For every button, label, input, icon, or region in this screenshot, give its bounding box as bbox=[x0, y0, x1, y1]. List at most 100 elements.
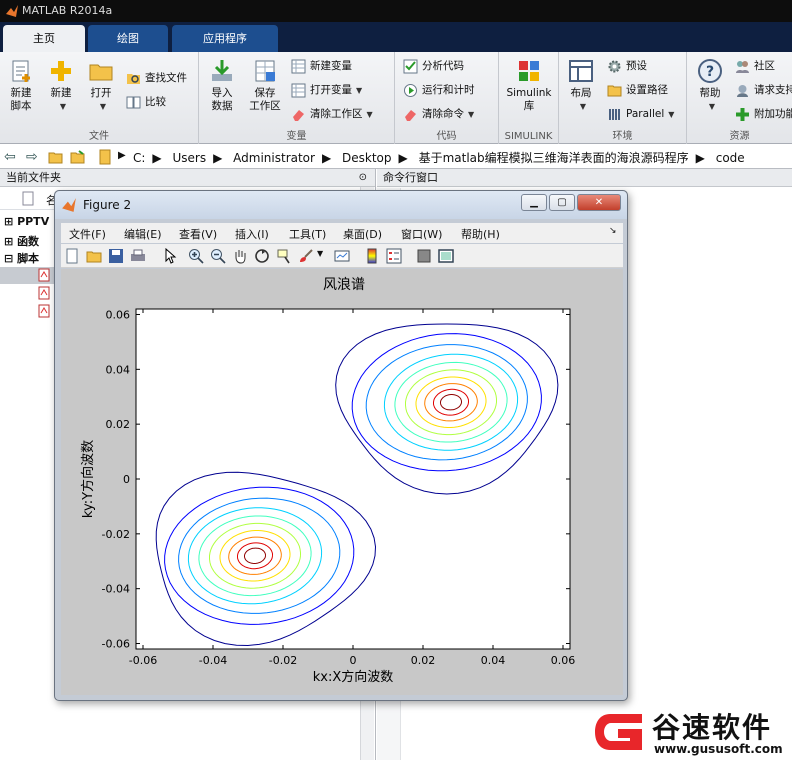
gususoft-logo-icon bbox=[595, 714, 642, 750]
colorbar-icon[interactable] bbox=[364, 248, 380, 264]
chevron-down-icon[interactable]: ▼ bbox=[317, 249, 323, 258]
m-file-icon[interactable] bbox=[38, 304, 50, 318]
new-script-button[interactable]: 新建 脚本 bbox=[4, 58, 38, 113]
breadcrumb-item[interactable]: Desktop bbox=[342, 151, 392, 165]
plus-icon bbox=[736, 107, 749, 121]
community-button[interactable]: 社区 bbox=[735, 56, 775, 76]
expand-icon[interactable]: ⊞ bbox=[4, 235, 13, 248]
help-button[interactable]: ? 帮助 ▼ bbox=[695, 58, 725, 113]
ribbon: 新建 脚本 新建 ▼ 打开 ▼ 查找文件 比较 文件 导入 数据 保存 工作区 新建… bbox=[0, 52, 792, 144]
run-and-time-button[interactable]: 运行和计时 bbox=[403, 80, 475, 100]
people-icon bbox=[736, 60, 749, 73]
zoom-out-icon[interactable] bbox=[210, 248, 226, 264]
figure-menu-bar: 文件(F) 编辑(E) 查看(V) 插入(I) 工具(T) 桌面(D) 窗口(W… bbox=[61, 223, 623, 243]
hide-plot-tools-icon[interactable] bbox=[416, 248, 432, 264]
set-path-button[interactable]: 设置路径 bbox=[607, 80, 668, 100]
data-cursor-icon[interactable] bbox=[276, 248, 292, 264]
open-button[interactable]: 打开 ▼ bbox=[84, 58, 118, 113]
x-tick-label: 0.02 bbox=[411, 654, 436, 667]
layout-icon bbox=[569, 60, 593, 82]
contour-chart[interactable]: 风浪谱 -0.06 -0.04 -0.02 0 0.02 0.04 0.06 -0.06 -0… bbox=[61, 269, 623, 695]
tab-plots[interactable]: 绘图 bbox=[88, 25, 168, 52]
breadcrumb-item[interactable]: Users bbox=[172, 151, 206, 165]
menu-desktop[interactable]: 桌面(D) bbox=[343, 226, 382, 242]
menu-window[interactable]: 窗口(W) bbox=[401, 226, 442, 242]
menu-help[interactable]: 帮助(H) bbox=[461, 226, 500, 242]
breadcrumb-item[interactable]: 基于matlab编程模拟三维海洋表面的海浪源码程序 bbox=[419, 151, 689, 165]
minimize-icon: ▁ bbox=[530, 197, 538, 208]
print-icon[interactable] bbox=[130, 248, 146, 264]
tree-item-functions[interactable]: ⊞ 函数 bbox=[4, 233, 39, 249]
chart-title: 风浪谱 bbox=[323, 277, 365, 293]
new-figure-icon[interactable] bbox=[64, 248, 80, 264]
clear-commands-button[interactable]: 清除命令 ▼ bbox=[403, 104, 474, 124]
figure-title: Figure 2 bbox=[83, 198, 132, 212]
find-files-button[interactable]: 查找文件 bbox=[126, 68, 187, 88]
matlab-logo-icon bbox=[6, 5, 18, 17]
forward-arrow-icon[interactable]: ⇨ bbox=[26, 149, 38, 165]
breadcrumb-item[interactable]: Administrator bbox=[233, 151, 315, 165]
collapse-icon[interactable]: ⊟ bbox=[4, 252, 13, 265]
analyze-code-button[interactable]: 分析代码 bbox=[403, 56, 464, 76]
menu-view[interactable]: 查看(V) bbox=[179, 226, 217, 242]
preferences-button[interactable]: 预设 bbox=[607, 56, 647, 76]
legend-icon[interactable] bbox=[386, 248, 402, 264]
tab-home[interactable]: 主页 bbox=[3, 25, 85, 52]
breadcrumb-item[interactable]: code bbox=[716, 151, 745, 165]
brush-icon[interactable] bbox=[298, 248, 314, 264]
menu-insert[interactable]: 插入(I) bbox=[235, 226, 269, 242]
menu-file[interactable]: 文件(F) bbox=[69, 226, 106, 242]
back-arrow-icon[interactable]: ⇦ bbox=[4, 149, 16, 165]
parallel-button[interactable]: Parallel ▼ bbox=[607, 104, 674, 124]
find-files-icon bbox=[127, 73, 140, 84]
m-file-icon[interactable] bbox=[38, 268, 50, 282]
command-window-header: 命令行窗口 bbox=[377, 169, 792, 187]
pointer-icon[interactable] bbox=[162, 248, 178, 264]
maximize-button[interactable]: ▢ bbox=[549, 194, 575, 211]
show-plot-tools-icon[interactable] bbox=[438, 248, 454, 264]
rotate-3d-icon[interactable] bbox=[254, 248, 270, 264]
up-folder-icon[interactable] bbox=[48, 150, 63, 164]
group-simulink: Simulink 库 SIMULINK bbox=[499, 52, 559, 144]
group-environment: 布局 ▼ 预设 设置路径 Parallel ▼ 环境 bbox=[559, 52, 687, 144]
compare-icon bbox=[126, 96, 141, 108]
clear-workspace-button[interactable]: 清除工作区 ▼ bbox=[291, 104, 373, 124]
new-button[interactable]: 新建 ▼ bbox=[44, 58, 78, 113]
group-variable: 导入 数据 保存 工作区 新建变量 打开变量 ▼ 清除工作区 ▼ 变量 bbox=[199, 52, 395, 144]
zoom-in-icon[interactable] bbox=[188, 248, 204, 264]
link-plot-icon[interactable] bbox=[334, 248, 350, 264]
x-tick-label: 0 bbox=[350, 654, 357, 667]
y-tick-label: -0.02 bbox=[102, 528, 130, 541]
close-button[interactable]: ✕ bbox=[577, 194, 621, 211]
compare-button[interactable]: 比较 bbox=[126, 92, 166, 112]
addons-button[interactable]: 附加功能 bbox=[735, 104, 792, 124]
dock-arrow-icon[interactable]: ↘ bbox=[609, 226, 617, 236]
x-tick-label: 0.04 bbox=[481, 654, 506, 667]
layout-button[interactable]: 布局 ▼ bbox=[565, 58, 597, 113]
simulink-library-button[interactable]: Simulink 库 bbox=[503, 58, 555, 113]
save-workspace-button[interactable]: 保存 工作区 bbox=[245, 58, 285, 113]
chevron-down-icon: ▼ bbox=[708, 102, 716, 111]
help-icon: ? bbox=[698, 59, 722, 83]
menu-edit[interactable]: 编辑(E) bbox=[124, 226, 162, 242]
import-data-button[interactable]: 导入 数据 bbox=[205, 58, 239, 113]
expand-icon[interactable]: ⊞ bbox=[4, 215, 13, 228]
file-icon bbox=[22, 191, 34, 206]
save-icon[interactable] bbox=[108, 248, 124, 264]
pan-hand-icon[interactable] bbox=[232, 248, 248, 264]
open-variable-button[interactable]: 打开变量 ▼ bbox=[291, 80, 362, 100]
menu-tools[interactable]: 工具(T) bbox=[289, 226, 326, 242]
browse-folder-icon[interactable] bbox=[70, 150, 85, 164]
tree-item-scripts[interactable]: ⊟ 脚本 bbox=[4, 250, 39, 266]
m-file-icon[interactable] bbox=[38, 286, 50, 300]
new-variable-button[interactable]: 新建变量 bbox=[291, 56, 352, 76]
tab-apps[interactable]: 应用程序 bbox=[172, 25, 278, 52]
panel-menu-icon[interactable]: ⊙ bbox=[359, 169, 367, 187]
open-file-icon[interactable] bbox=[86, 248, 102, 264]
breadcrumb-item[interactable]: C: bbox=[133, 151, 145, 165]
address-bar: ⇦ ⇨ ▶ C: ▶ Users ▶ Administrator ▶ Desktop ▶… bbox=[0, 145, 792, 169]
request-support-button[interactable]: 请求支持 bbox=[735, 80, 792, 100]
plot-area: 风浪谱 -0.06 -0.04 -0.02 0 0.02 0.04 0.06 -0.06 -0… bbox=[61, 269, 623, 695]
tree-item-pptv[interactable]: ⊞ PPTV bbox=[4, 215, 49, 228]
minimize-button[interactable]: ▁ bbox=[521, 194, 547, 211]
